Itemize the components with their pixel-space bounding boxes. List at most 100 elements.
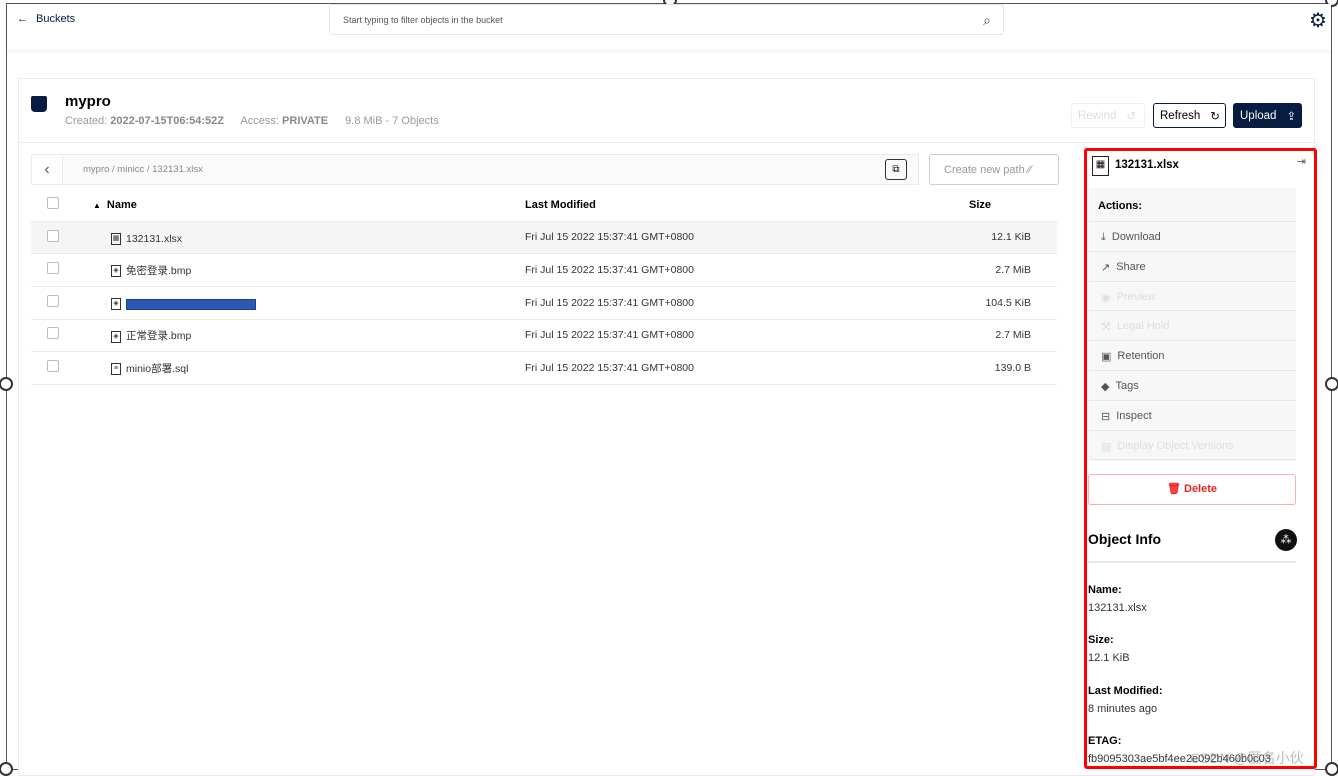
display-object-versions-icon: ▤	[1101, 440, 1112, 453]
image-icon: ◈	[111, 265, 121, 278]
size-value: 12.1 KiB	[1088, 652, 1130, 664]
action-label: Inspect	[1116, 409, 1152, 422]
row-checkbox[interactable]	[47, 229, 59, 242]
table-row[interactable]: ◈ 正常登录.bmp Fri Jul 15 2022 15:37:41 GMT+0…	[31, 319, 1057, 353]
refresh-button[interactable]: Refresh ↻	[1153, 103, 1226, 128]
header-label: Size	[969, 198, 992, 211]
action-label: Download	[1111, 231, 1161, 243]
file-size: 12.1 KiB	[969, 221, 1057, 255]
select-all-checkbox[interactable]	[47, 197, 59, 210]
upload-button[interactable]: Upload ⇪	[1233, 103, 1302, 128]
top-bar: ← Buckets Start typing to filter objects …	[7, 4, 1331, 50]
access-value: PRIVATE	[282, 115, 329, 127]
refresh-label: Refresh	[1160, 109, 1201, 122]
delete-label: Delete	[1184, 483, 1218, 495]
rewind-label: Rewind	[1078, 109, 1117, 122]
sort-asc-icon: ▲	[93, 200, 101, 210]
name-label: Name:	[1088, 584, 1122, 596]
row-checkbox[interactable]	[47, 327, 59, 340]
created-label: Created:	[65, 115, 108, 127]
create-path-button[interactable]: Create new path ⁄⁄	[929, 154, 1059, 185]
action-label: Share	[1116, 260, 1146, 273]
resize-handle[interactable]	[1325, 377, 1338, 391]
back-label: Buckets	[36, 13, 76, 25]
action-preview: ◉ Preview	[1089, 282, 1296, 312]
delete-button[interactable]: 🗑 Delete	[1088, 474, 1296, 505]
action-label: Legal Hold	[1116, 320, 1170, 333]
table-row[interactable]: ◈ Fri Jul 15 2022 15:37:41 GMT+0800 104.…	[31, 286, 1057, 320]
action-inspect[interactable]: ⊟ Inspect	[1089, 401, 1296, 431]
last-modified: Fri Jul 15 2022 15:37:41 GMT+0800	[525, 319, 969, 353]
info-size: Size: 12.1 KiB	[1088, 634, 1130, 664]
column-last-modified[interactable]: Last Modified	[525, 189, 969, 222]
folder-path-icon: ⁄⁄	[1027, 164, 1032, 176]
row-checkbox[interactable]	[47, 262, 59, 275]
history-icon: ↺	[1126, 110, 1136, 123]
row-checkbox[interactable]	[47, 360, 59, 373]
table-row[interactable]: ≡ minio部署.sql Fri Jul 15 2022 15:37:41 GM…	[31, 351, 1057, 385]
watermark: CSDN @匿名小伙	[1190, 750, 1304, 766]
action-download[interactable]: ⤓ Download	[1089, 222, 1296, 252]
rewind-button[interactable]: Rewind ↺	[1071, 103, 1145, 128]
action-label: Tags	[1115, 379, 1139, 392]
info-name: Name: 132131.xlsx	[1088, 584, 1147, 614]
divider	[1088, 561, 1296, 563]
spreadsheet-icon: ▦	[1092, 156, 1109, 176]
file-size: 2.7 MiB	[969, 253, 1057, 287]
row-checkbox[interactable]	[47, 295, 59, 308]
actions-title: Actions:	[1089, 188, 1296, 222]
inspect-icon: ⊟	[1101, 410, 1111, 423]
last-modified: Fri Jul 15 2022 15:37:41 GMT+0800	[525, 221, 969, 255]
image-icon: ◈	[111, 330, 121, 343]
created-value: 2022-07-15T06:54:52Z	[110, 115, 225, 127]
modified-label: Last Modified:	[1088, 685, 1163, 697]
refresh-icon: ↻	[1210, 110, 1220, 123]
search-input[interactable]: Start typing to filter objects in the bu…	[329, 4, 1004, 35]
action-retention[interactable]: ▣ Retention	[1089, 341, 1296, 371]
back-to-buckets[interactable]: ← Buckets	[17, 13, 75, 25]
retention-icon: ▣	[1101, 351, 1112, 364]
copy-path-icon[interactable]: ⧉	[885, 159, 907, 180]
table-row[interactable]: ◈ 免密登录.bmp Fri Jul 15 2022 15:37:41 GMT+0…	[31, 253, 1057, 287]
etag-label: ETAG:	[1088, 735, 1122, 747]
gear-icon[interactable]: ⚙	[1309, 8, 1327, 33]
legal-hold-icon: ⚒	[1101, 321, 1111, 334]
trash-icon: 🗑	[1166, 483, 1181, 495]
upload-icon: ⇪	[1286, 110, 1297, 123]
modified-value: 8 minutes ago	[1088, 703, 1158, 715]
search-placeholder: Start typing to filter objects in the bu…	[343, 15, 503, 25]
action-tags[interactable]: ◆ Tags	[1089, 371, 1296, 401]
search-icon[interactable]: ⌕	[983, 12, 991, 29]
actions-list: Actions: ⤓ Download ↗ Share ◉ Preview ⚒ Legal H…	[1089, 188, 1296, 461]
metadata-icon[interactable]: ⁂	[1275, 529, 1297, 551]
breadcrumb-path[interactable]: mypro / minicc / 132131.xlsx	[83, 164, 203, 175]
resize-handle[interactable]	[0, 762, 13, 776]
create-path-label: Create new path	[944, 164, 1025, 176]
file-name: 免密登录.bmp	[126, 265, 192, 278]
table-row[interactable]: ▦ 132131.xlsx Fri Jul 15 2022 15:37:41 GM…	[31, 221, 1057, 255]
action-legal-hold: ⚒ Legal Hold	[1089, 311, 1296, 342]
close-panel-icon[interactable]: ⇥	[1297, 155, 1306, 168]
access-label: Access:	[240, 115, 279, 127]
spreadsheet-icon: ▦	[111, 232, 121, 245]
share-icon: ↗	[1101, 261, 1111, 274]
resize-handle[interactable]	[1325, 762, 1338, 776]
action-share[interactable]: ↗ Share	[1089, 252, 1296, 282]
objects-table: ▲ Name Last Modified Size ▦ 132131.xlsx Fr…	[31, 189, 1057, 385]
arrow-left-icon: ←	[17, 13, 28, 25]
file-name: 132131.xlsx	[126, 232, 183, 245]
file-size: 2.7 MiB	[969, 319, 1057, 353]
column-size[interactable]: Size	[969, 189, 1057, 222]
bucket-meta: Created: 2022-07-15T06:54:52Z Access: PR…	[65, 115, 439, 127]
tags-icon: ◆	[1101, 380, 1110, 393]
file-name: minio部署.sql	[126, 363, 189, 376]
bucket-header: mypro Created: 2022-07-15T06:54:52Z Acce…	[19, 79, 1316, 143]
size-label: Size:	[1088, 634, 1114, 646]
chevron-left-icon[interactable]: ‹	[32, 155, 63, 184]
bucket-icon	[31, 96, 47, 112]
header-label: Last Modified	[525, 198, 596, 211]
header-label: Name	[106, 198, 137, 211]
last-modified: Fri Jul 15 2022 15:37:41 GMT+0800	[525, 286, 969, 320]
last-modified: Fri Jul 15 2022 15:37:41 GMT+0800	[525, 253, 969, 287]
column-name[interactable]: ▲ Name	[93, 189, 525, 222]
